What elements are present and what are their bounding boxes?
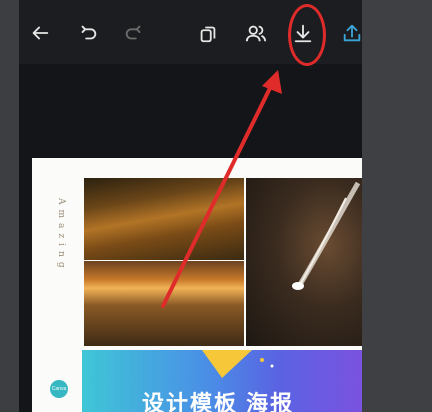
undo-icon (81, 25, 97, 40)
share-upload-icon (343, 24, 361, 42)
redo-button[interactable] (119, 18, 149, 48)
photo-sunset[interactable] (84, 261, 244, 346)
canva-logo: Canva (50, 380, 68, 398)
redo-icon (125, 25, 141, 40)
photo-boat[interactable] (246, 178, 362, 346)
layers-button[interactable] (193, 18, 223, 48)
layers-icon (200, 26, 216, 43)
share-button[interactable] (337, 18, 362, 48)
users-icon (245, 25, 267, 42)
editor-toolbar (19, 0, 362, 66)
back-button[interactable] (25, 18, 55, 48)
collaborate-button[interactable] (241, 18, 271, 48)
undo-button[interactable] (73, 18, 103, 48)
highlight-circle (288, 4, 326, 66)
design-canvas[interactable]: Amazing 设计模板 海报 Canva (32, 158, 362, 412)
arrow-left-icon (32, 26, 49, 40)
poster-banner[interactable]: 设计模板 海报 (82, 350, 362, 412)
boat-wake-icon (292, 181, 361, 290)
app-screen: Amazing 设计模板 海报 Canva (19, 0, 362, 412)
right-window-border (362, 0, 432, 412)
left-window-border (0, 0, 19, 412)
banner-title: 设计模板 海报 (142, 391, 295, 412)
poster-vertical-text: Amazing (56, 197, 66, 273)
photo-sky[interactable] (84, 178, 244, 260)
